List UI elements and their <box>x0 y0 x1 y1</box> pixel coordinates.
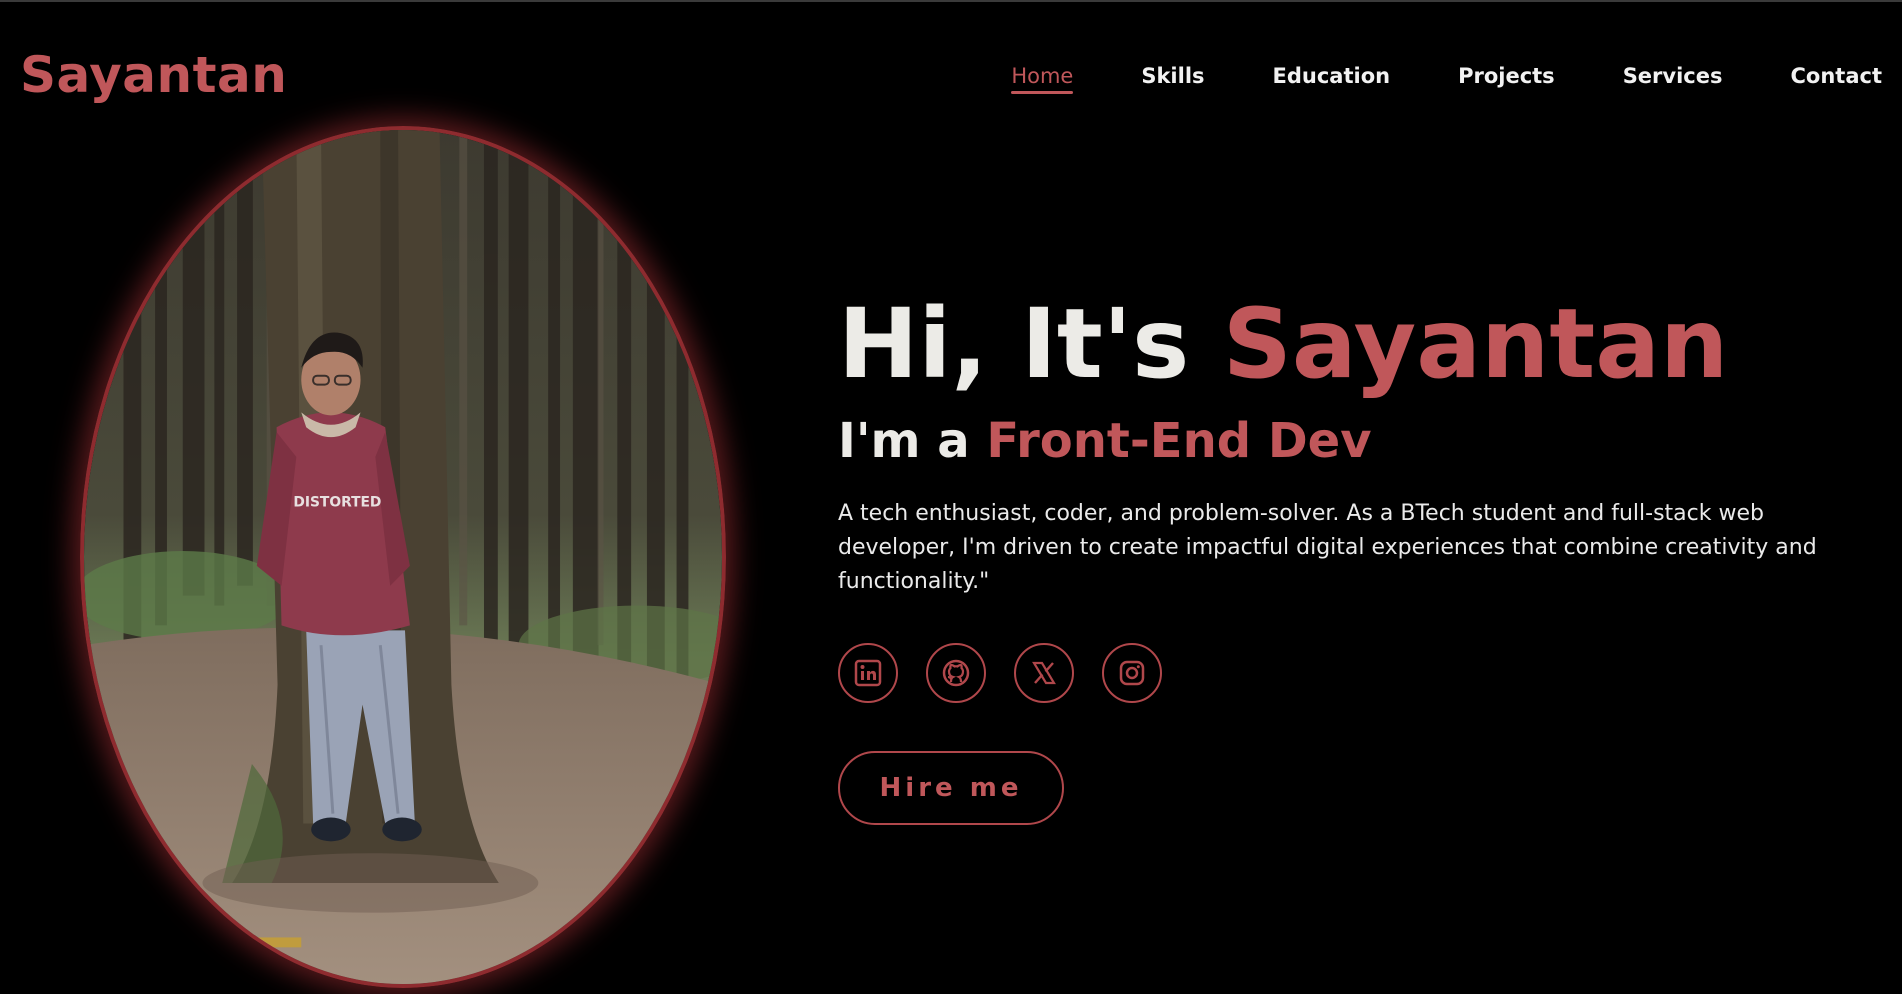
linkedin-icon <box>854 659 882 687</box>
x-twitter-icon <box>1032 661 1056 684</box>
github-link[interactable] <box>926 642 986 703</box>
linkedin-link[interactable] <box>838 642 898 703</box>
role-heading: I'm a Front-End Dev <box>838 413 1848 469</box>
shirt-print: DISTORTED <box>293 494 381 510</box>
brand-logo[interactable]: Sayantan <box>20 46 287 104</box>
nav-education[interactable]: Education <box>1273 64 1391 94</box>
nav-skills[interactable]: Skills <box>1141 64 1204 94</box>
hire-me-button[interactable]: Hire me <box>838 750 1064 825</box>
greeting-name: Sayantan <box>1222 288 1729 400</box>
greeting-prefix: Hi, It's <box>838 288 1223 400</box>
instagram-icon <box>1119 660 1145 686</box>
main-nav: Home Skills Education Projects Services … <box>943 64 1882 94</box>
hero-heading: Hi, It's Sayantan <box>838 294 1848 395</box>
role-title: Front-End Dev <box>986 412 1372 469</box>
x-twitter-link[interactable] <box>1014 642 1074 703</box>
profile-photo: DISTORTED <box>80 126 726 988</box>
nav-services[interactable]: Services <box>1623 64 1723 94</box>
page: Sayantan Home Skills Education Projects … <box>0 0 1902 994</box>
role-prefix: I'm a <box>838 412 987 469</box>
hero-description: A tech enthusiast, coder, and problem-so… <box>838 500 1817 594</box>
nav-projects[interactable]: Projects <box>1458 64 1555 94</box>
nav-home[interactable]: Home <box>1011 64 1074 94</box>
hero-section: Hi, It's Sayantan I'm a Front-End Dev A … <box>838 294 1848 825</box>
instagram-link[interactable] <box>1102 642 1162 703</box>
github-icon <box>942 659 970 687</box>
nav-contact[interactable]: Contact <box>1791 64 1883 94</box>
social-links <box>838 642 1848 703</box>
forest-portrait-image: DISTORTED <box>84 130 722 984</box>
